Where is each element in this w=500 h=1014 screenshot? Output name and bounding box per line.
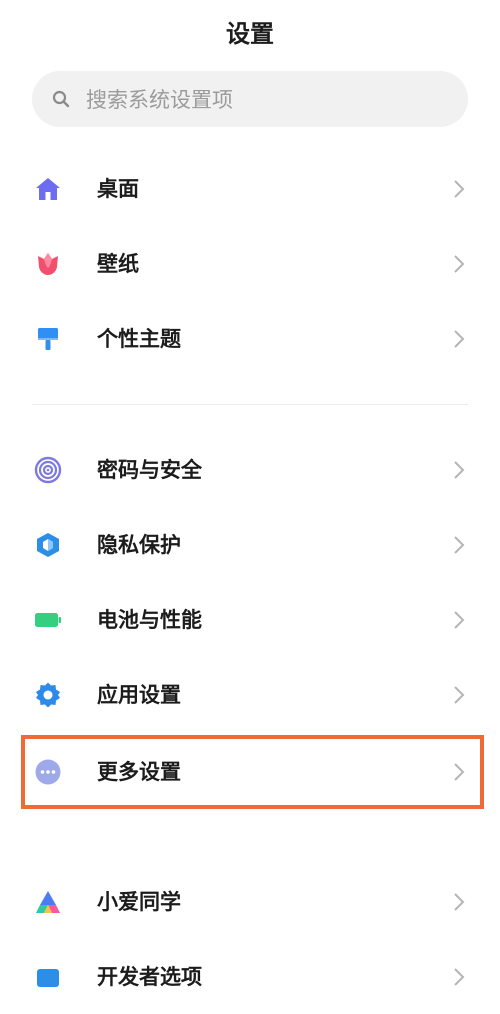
chevron-right-icon [452,327,466,351]
privacy-shield-icon [34,531,62,559]
paintbrush-icon [34,325,62,353]
chevron-right-icon [452,890,466,914]
search-bar[interactable]: 搜索系统设置项 [32,71,468,127]
chevron-right-icon [452,683,466,707]
settings-item-label: 壁纸 [97,252,139,276]
settings-item-label: 密码与安全 [97,458,202,482]
section-divider [32,404,468,405]
chevron-right-icon [452,533,466,557]
gear-icon [34,681,62,709]
chevron-right-icon [452,252,466,276]
chevron-right-icon [452,458,466,482]
settings-item-theme[interactable]: 个性主题 [0,302,500,376]
settings-item-label: 桌面 [97,177,139,201]
xiaoai-icon [34,888,62,916]
settings-item-label: 电池与性能 [97,608,202,632]
more-dots-icon [34,758,62,786]
battery-icon [34,606,62,634]
settings-item-app-settings[interactable]: 应用设置 [0,658,500,732]
settings-item-wallpaper[interactable]: 壁纸 [0,227,500,301]
code-icon [34,963,62,991]
search-icon [52,90,70,108]
chevron-right-icon [452,177,466,201]
settings-item-developer-options[interactable]: 开发者选项 [0,940,500,1014]
chevron-right-icon [452,760,466,784]
settings-item-label: 隐私保护 [97,533,181,557]
settings-item-desktop[interactable]: 桌面 [0,152,500,226]
settings-item-xiaoai[interactable]: 小爱同学 [0,865,500,939]
search-placeholder: 搜索系统设置项 [86,88,233,112]
settings-item-label: 应用设置 [97,683,181,707]
settings-item-more-settings[interactable]: 更多设置 [0,735,500,809]
chevron-right-icon [452,608,466,632]
page-title: 设置 [226,20,274,48]
settings-item-password-security[interactable]: 密码与安全 [0,433,500,507]
tulip-icon [34,250,62,278]
settings-item-label: 更多设置 [97,760,181,784]
settings-item-battery[interactable]: 电池与性能 [0,583,500,657]
settings-item-label: 开发者选项 [97,965,202,989]
fingerprint-icon [34,456,62,484]
settings-item-privacy[interactable]: 隐私保护 [0,508,500,582]
settings-item-label: 小爱同学 [97,890,181,914]
home-icon [34,175,62,203]
settings-item-label: 个性主题 [97,327,181,351]
